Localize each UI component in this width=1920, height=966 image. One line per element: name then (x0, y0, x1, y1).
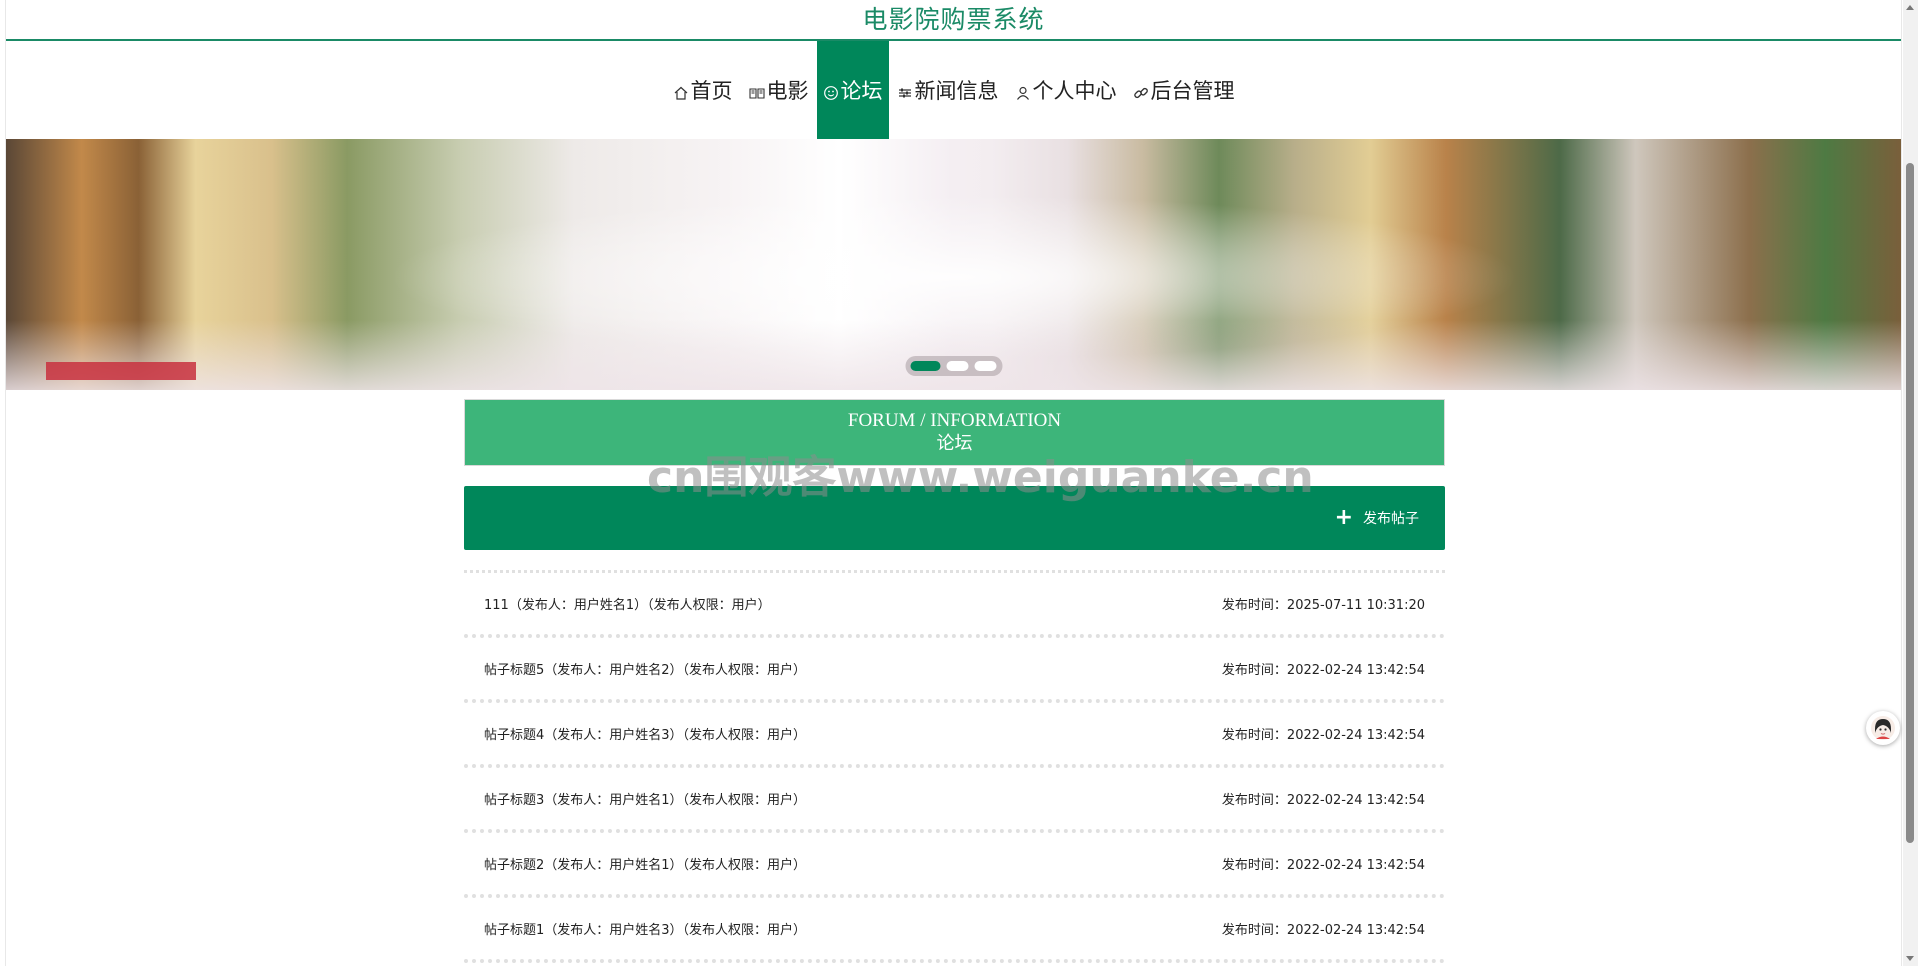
scroll-down-arrow-icon[interactable] (1906, 956, 1914, 961)
publish-post-button[interactable]: + 发布帖子 (1335, 507, 1419, 529)
scrollbar-thumb[interactable] (1906, 163, 1914, 843)
post-time: 发布时间：2022-02-24 13:42:54 (1221, 858, 1425, 873)
nav-label: 后台管理 (1150, 79, 1235, 103)
post-time: 发布时间：2022-02-24 13:42:54 (1221, 793, 1425, 808)
nav-label: 新闻信息 (914, 79, 999, 103)
nav-label: 电影 (766, 79, 809, 103)
plus-icon: + (1334, 505, 1353, 530)
vertical-scrollbar[interactable] (1903, 0, 1918, 966)
post-time: 发布时间：2022-02-24 13:42:54 (1221, 923, 1425, 938)
nav-item-movies[interactable]: 电影 (741, 41, 817, 139)
post-title: 帖子标题3（发布人：用户姓名1）（发布人权限：用户） (484, 793, 807, 808)
section-title-en: FORUM / INFORMATION (847, 410, 1062, 431)
avatar-icon (1871, 716, 1895, 740)
scroll-up-arrow-icon[interactable] (1906, 5, 1914, 10)
assistant-avatar-button[interactable] (1866, 711, 1900, 745)
book-icon (748, 82, 765, 99)
nav-item-forum[interactable]: 论坛 (816, 41, 889, 139)
publish-post-label: 发布帖子 (1363, 511, 1419, 527)
post-time: 发布时间：2022-02-24 13:42:54 (1221, 663, 1425, 678)
post-time: 发布时间：2022-02-24 13:42:54 (1221, 728, 1425, 743)
post-item[interactable]: 帖子标题4（发布人：用户姓名3）（发布人权限：用户） 发布时间：2022-02-… (464, 703, 1445, 768)
page-container: 电影院购票系统 首页 电影 论坛 新闻信息 个人中心 后台管理 FORUM / … (5, 0, 1902, 966)
carousel-dot-1[interactable] (910, 361, 941, 371)
post-title: 帖子标题1（发布人：用户姓名3）（发布人权限：用户） (484, 923, 807, 938)
post-time: 发布时间：2025-07-11 10:31:20 (1221, 598, 1425, 613)
nav-item-news[interactable]: 新闻信息 (889, 41, 1007, 139)
banner-carousel[interactable] (6, 139, 1901, 390)
main-nav: 首页 电影 论坛 新闻信息 个人中心 后台管理 (6, 41, 1901, 139)
post-item[interactable]: 帖子标题5（发布人：用户姓名2）（发布人权限：用户） 发布时间：2022-02-… (464, 638, 1445, 703)
carousel-dot-3[interactable] (974, 361, 997, 371)
post-item[interactable]: 帖子标题1（发布人：用户姓名3）（发布人权限：用户） 发布时间：2022-02-… (464, 898, 1445, 963)
smile-icon (823, 82, 839, 100)
post-title: 111（发布人：用户姓名1）（发布人权限：用户） (484, 598, 771, 613)
post-title: 帖子标题2（发布人：用户姓名1）（发布人权限：用户） (484, 858, 807, 873)
nav-label: 首页 (690, 79, 733, 103)
carousel-dot-2[interactable] (946, 361, 969, 371)
post-title: 帖子标题5（发布人：用户姓名2）（发布人权限：用户） (484, 663, 807, 678)
nav-item-admin[interactable]: 后台管理 (1125, 41, 1243, 139)
post-item[interactable]: 帖子标题2（发布人：用户姓名1）（发布人权限：用户） 发布时间：2022-02-… (464, 833, 1445, 898)
nav-item-home[interactable]: 首页 (665, 41, 741, 139)
post-item[interactable]: 111（发布人：用户姓名1）（发布人权限：用户） 发布时间：2025-07-11… (464, 573, 1445, 638)
nav-label: 论坛 (840, 79, 883, 103)
carousel-indicators (905, 356, 1002, 376)
nav-label: 个人中心 (1032, 79, 1117, 103)
post-item[interactable]: 帖子标题3（发布人：用户姓名1）（发布人权限：用户） 发布时间：2022-02-… (464, 768, 1445, 833)
link-icon (1133, 82, 1149, 99)
site-title: 电影院购票系统 (6, 0, 1901, 41)
forum-content: FORUM / INFORMATION 论坛 cn围观客www.weiguank… (464, 399, 1445, 963)
user-icon (1015, 82, 1031, 100)
post-title: 帖子标题4（发布人：用户姓名3）（发布人权限：用户） (484, 728, 807, 743)
watermark: cn围观客www.weiguanke.cn (647, 452, 1314, 503)
home-icon (673, 82, 689, 100)
banner-image-detail (46, 362, 196, 380)
sliders-icon (897, 82, 913, 98)
post-list: 111（发布人：用户姓名1）（发布人权限：用户） 发布时间：2025-07-11… (464, 570, 1445, 963)
nav-item-profile[interactable]: 个人中心 (1007, 41, 1125, 139)
